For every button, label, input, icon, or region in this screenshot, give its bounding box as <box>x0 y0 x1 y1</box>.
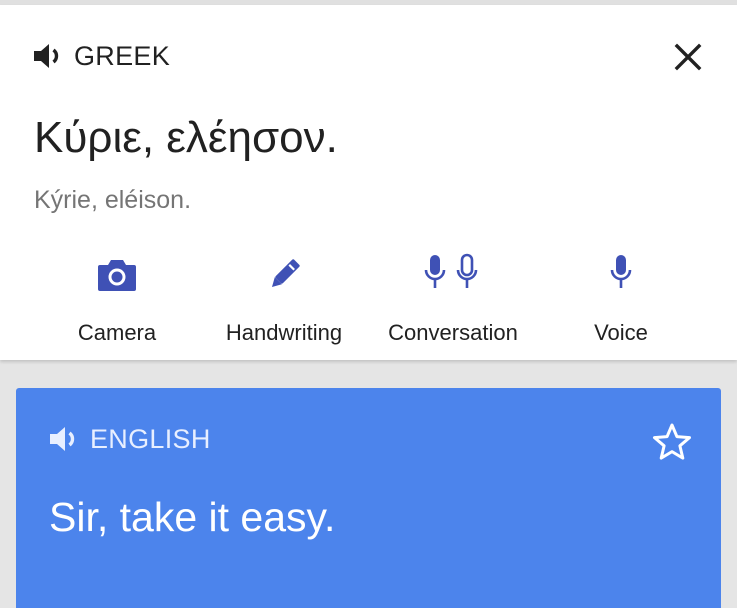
camera-label: Camera <box>77 320 157 345</box>
two-microphones-icon <box>424 253 478 288</box>
pen-icon <box>271 259 300 288</box>
source-card: GREEK Κύριε, ελέησον. Kýrie, eléison. Ca… <box>0 5 737 360</box>
target-language-label[interactable]: ENGLISH <box>90 424 211 455</box>
source-language-label[interactable]: GREEK <box>74 41 170 72</box>
translation-card: ENGLISH Sir, take it easy. <box>16 388 721 608</box>
translation-text[interactable]: Sir, take it easy. <box>49 494 335 541</box>
conversation-label: Conversation <box>388 320 518 345</box>
voice-label: Voice <box>594 320 648 345</box>
camera-icon <box>98 260 136 291</box>
voice-button[interactable]: Voice <box>531 250 711 346</box>
camera-button[interactable]: Camera <box>27 250 207 346</box>
volume-icon[interactable] <box>32 42 68 70</box>
target-language-row: ENGLISH <box>48 422 211 456</box>
close-button[interactable] <box>668 37 708 77</box>
source-language-row: GREEK <box>32 39 170 73</box>
handwriting-button[interactable]: Handwriting <box>194 250 374 346</box>
star-outline-icon <box>653 423 691 460</box>
handwriting-label: Handwriting <box>225 320 343 345</box>
source-text[interactable]: Κύριε, ελέησον. <box>34 113 338 163</box>
save-translation-button[interactable] <box>648 418 696 466</box>
transliteration-text: Kýrie, eléison. <box>34 186 192 214</box>
conversation-button[interactable]: Conversation <box>363 250 543 346</box>
volume-icon[interactable] <box>48 425 84 453</box>
microphone-icon <box>610 255 632 288</box>
close-icon <box>674 43 702 71</box>
